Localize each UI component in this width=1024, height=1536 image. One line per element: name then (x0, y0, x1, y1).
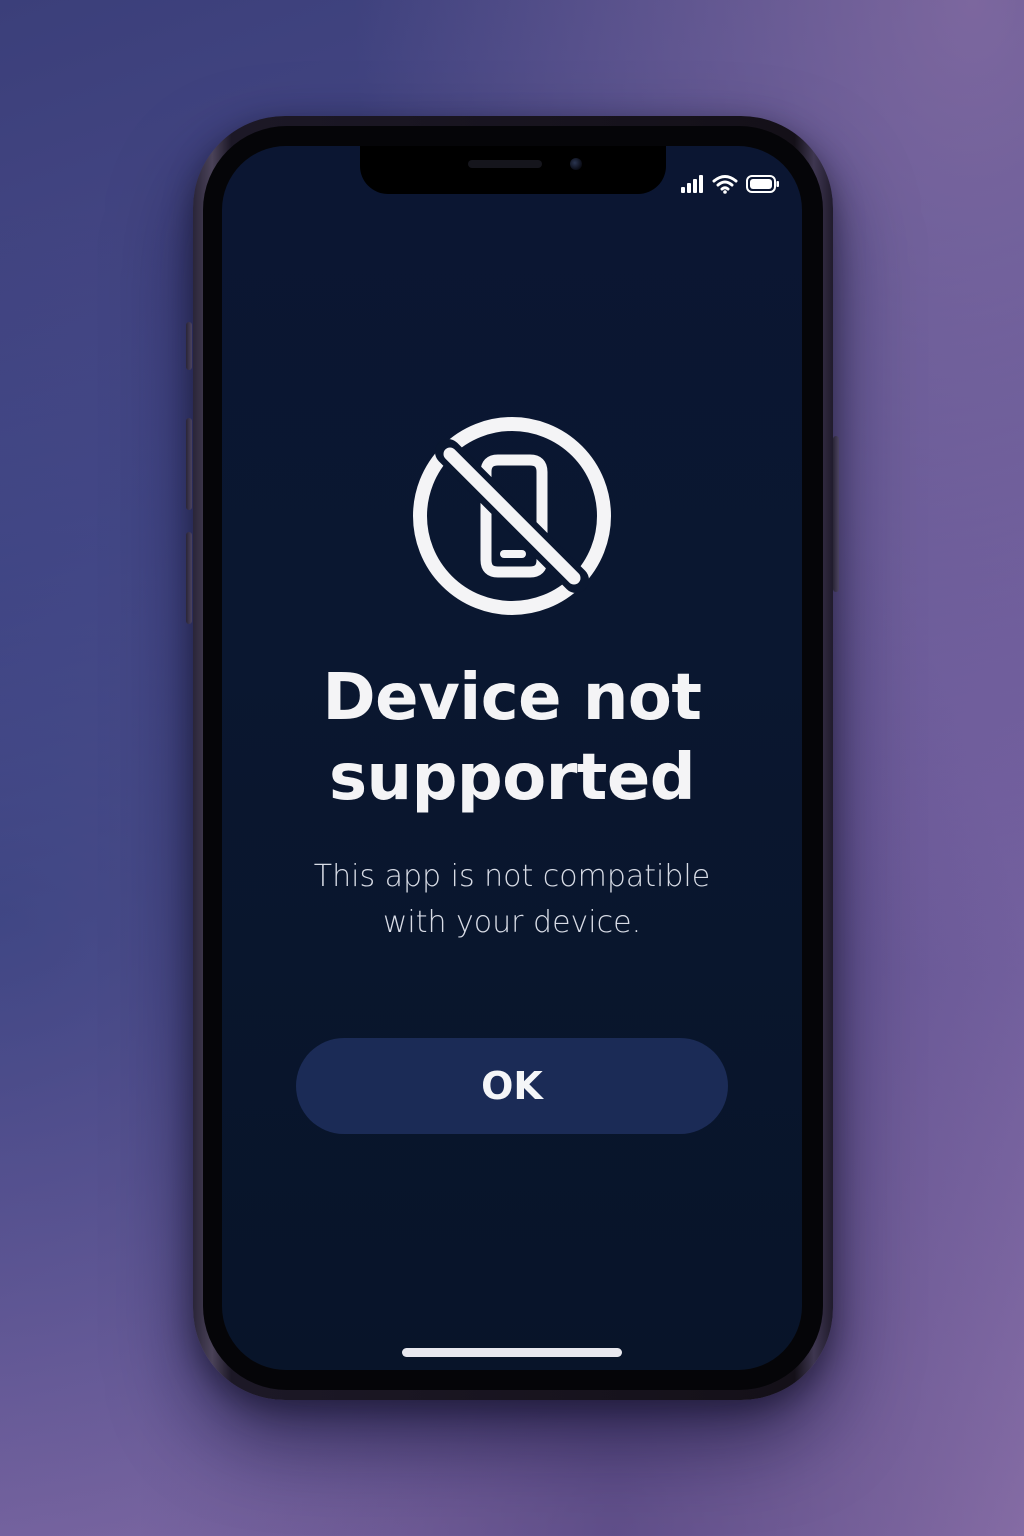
status-bar (680, 174, 780, 194)
alert-title: Device not supported (222, 658, 802, 818)
alert-message-line-2: with your device. (382, 905, 642, 940)
cellular-signal-icon (681, 175, 703, 193)
alert-message: This app is not compatible with your dev… (222, 854, 802, 946)
notch (360, 146, 666, 194)
home-indicator[interactable] (402, 1348, 622, 1357)
phone-screen: Device not supported This app is not com… (222, 146, 802, 1370)
front-camera (570, 158, 582, 170)
battery-icon (746, 175, 779, 193)
device-not-supported-icon (413, 417, 611, 615)
alert-title-line-1: Device not (322, 661, 702, 735)
earpiece-speaker (468, 160, 542, 168)
alert-title-line-2: supported (328, 741, 696, 815)
mute-switch (186, 322, 192, 370)
ok-button[interactable]: OK (296, 1038, 728, 1134)
alert-content: Device not supported This app is not com… (222, 414, 802, 946)
volume-up-button (186, 418, 192, 510)
volume-down-button (186, 532, 192, 624)
alert-message-line-1: This app is not compatible (313, 859, 711, 894)
wifi-icon (712, 175, 738, 194)
power-button (833, 436, 839, 592)
